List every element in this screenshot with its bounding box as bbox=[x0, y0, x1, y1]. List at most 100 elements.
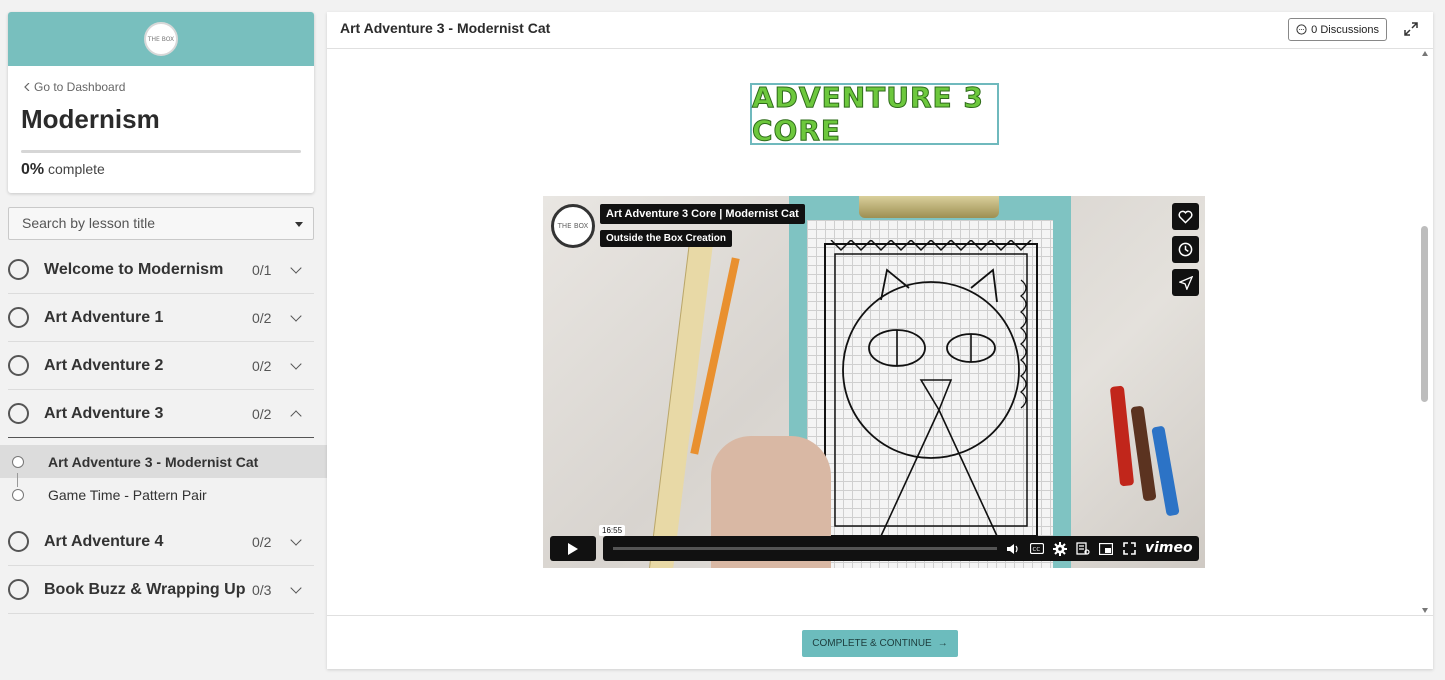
section-title: Art Adventure 2 bbox=[44, 356, 164, 374]
time-tooltip: 16:55 bbox=[599, 525, 626, 536]
fullscreen-button[interactable] bbox=[1121, 541, 1137, 556]
like-button[interactable] bbox=[1172, 203, 1199, 230]
section-status-circle-icon bbox=[8, 259, 29, 280]
cat-drawing-image bbox=[824, 240, 1038, 537]
chapters-button[interactable] bbox=[1075, 541, 1091, 556]
lesson-panel: Art Adventure 3 - Modernist Cat 0 Discus… bbox=[327, 12, 1433, 669]
course-logo: THE BOX bbox=[144, 22, 178, 56]
complete-continue-label: COMPLETE & CONTINUE bbox=[812, 638, 932, 649]
pip-icon bbox=[1099, 542, 1113, 555]
volume-button[interactable] bbox=[1005, 541, 1021, 556]
section-title: Book Buzz & Wrapping Up bbox=[44, 580, 246, 598]
lesson-header: Art Adventure 3 - Modernist Cat 0 Discus… bbox=[327, 12, 1433, 49]
section-art-adventure-1[interactable]: Art Adventure 1 0/2 bbox=[8, 294, 314, 342]
discussions-label: 0 Discussions bbox=[1311, 23, 1379, 36]
chevron-down-icon bbox=[290, 309, 302, 322]
complete-continue-button[interactable]: COMPLETE & CONTINUE → bbox=[802, 630, 958, 657]
chevron-down-icon bbox=[290, 581, 302, 594]
lesson-title: Art Adventure 3 - Modernist Cat bbox=[340, 20, 551, 36]
scroll-up-arrow-icon[interactable] bbox=[1422, 51, 1428, 56]
section-status-circle-icon bbox=[8, 355, 29, 376]
section-count: 0/1 bbox=[252, 261, 272, 278]
section-book-buzz[interactable]: Book Buzz & Wrapping Up 0/3 bbox=[8, 566, 314, 614]
section-count: 0/2 bbox=[252, 309, 272, 326]
scroll-down-arrow-icon[interactable] bbox=[1422, 608, 1428, 613]
settings-button[interactable] bbox=[1052, 541, 1068, 556]
lesson-status-dot-icon bbox=[12, 488, 24, 501]
red-crayon-image bbox=[1109, 385, 1135, 487]
caret-down-icon bbox=[295, 222, 303, 227]
course-card: THE BOX Go to Dashboard Modernism 0% com… bbox=[8, 12, 314, 193]
course-title: Modernism bbox=[21, 104, 160, 134]
clipboard-clip-image bbox=[859, 196, 999, 218]
lesson-title: Game Time - Pattern Pair bbox=[48, 486, 207, 503]
section-art-adventure-2[interactable]: Art Adventure 2 0/2 bbox=[8, 342, 314, 390]
play-icon bbox=[568, 542, 578, 555]
picture-in-picture-button[interactable] bbox=[1098, 541, 1114, 556]
section-count: 0/2 bbox=[252, 405, 272, 422]
section-count: 0/3 bbox=[252, 581, 272, 598]
progress-text: 0% complete bbox=[21, 161, 105, 179]
course-banner: THE BOX bbox=[8, 12, 314, 66]
arrow-right-icon: → bbox=[937, 638, 948, 649]
chevron-down-icon bbox=[290, 533, 302, 546]
video-title[interactable]: Art Adventure 3 Core | Modernist Cat bbox=[600, 204, 805, 224]
chevron-down-icon bbox=[290, 261, 302, 274]
section-welcome[interactable]: Welcome to Modernism 0/1 bbox=[8, 246, 314, 294]
share-button[interactable] bbox=[1172, 269, 1199, 296]
go-to-dashboard-link[interactable]: Go to Dashboard bbox=[24, 80, 125, 94]
section-title: Art Adventure 1 bbox=[44, 308, 164, 326]
play-button[interactable] bbox=[550, 536, 596, 561]
chapters-icon bbox=[1076, 542, 1090, 555]
gear-icon bbox=[1053, 541, 1067, 556]
lesson-status-dot-icon bbox=[12, 455, 24, 468]
lesson-search-select[interactable]: Search by lesson title bbox=[8, 207, 314, 240]
lesson-footer: COMPLETE & CONTINUE → bbox=[327, 615, 1433, 669]
adventure-banner: ADVENTURE 3 CORE bbox=[750, 81, 999, 148]
volume-icon bbox=[1007, 543, 1018, 554]
vimeo-logo[interactable]: vimeo bbox=[1145, 540, 1193, 556]
watch-later-button[interactable] bbox=[1172, 236, 1199, 263]
lesson-item-pattern-pair[interactable]: Game Time - Pattern Pair bbox=[0, 478, 327, 511]
progress-bar bbox=[21, 150, 301, 153]
chevron-left-icon bbox=[24, 83, 30, 91]
captions-button[interactable]: CC bbox=[1029, 541, 1045, 556]
send-icon bbox=[1178, 275, 1193, 290]
channel-logo[interactable]: THE BOX bbox=[551, 204, 595, 248]
section-status-circle-icon bbox=[8, 579, 29, 600]
course-logo-text: THE BOX bbox=[147, 35, 175, 43]
comment-icon bbox=[1296, 24, 1307, 35]
section-title: Art Adventure 3 bbox=[44, 404, 164, 422]
lesson-title: Art Adventure 3 - Modernist Cat bbox=[48, 453, 259, 470]
go-to-dashboard-label: Go to Dashboard bbox=[34, 80, 126, 94]
section-title: Welcome to Modernism bbox=[44, 260, 224, 278]
content-scrollbar[interactable] bbox=[1421, 51, 1429, 613]
section-art-adventure-3[interactable]: Art Adventure 3 0/2 bbox=[8, 390, 314, 438]
chevron-down-icon bbox=[290, 357, 302, 370]
section-art-adventure-4[interactable]: Art Adventure 4 0/2 bbox=[8, 518, 314, 566]
lesson-item-modernist-cat[interactable]: Art Adventure 3 - Modernist Cat bbox=[0, 445, 327, 478]
section-status-circle-icon bbox=[8, 403, 29, 424]
discussions-button[interactable]: 0 Discussions bbox=[1288, 18, 1387, 41]
heart-icon bbox=[1178, 210, 1193, 224]
chevron-up-icon bbox=[290, 409, 302, 422]
section-title: Art Adventure 4 bbox=[44, 532, 164, 550]
progress-percent: 0% bbox=[21, 161, 45, 178]
svg-text:CC: CC bbox=[1033, 547, 1041, 553]
section-count: 0/2 bbox=[252, 357, 272, 374]
clock-icon bbox=[1178, 242, 1193, 257]
video-channel[interactable]: Outside the Box Creation bbox=[600, 230, 733, 247]
seek-bar[interactable] bbox=[613, 547, 997, 550]
section-status-circle-icon bbox=[8, 531, 29, 552]
blue-crayon-image bbox=[1151, 425, 1180, 517]
brown-crayon-image bbox=[1130, 405, 1157, 502]
lesson-content: ADVENTURE 3 CORE THE BOX Art Adventure 3… bbox=[327, 49, 1433, 615]
video-player[interactable]: THE BOX Art Adventure 3 Core | Modernist… bbox=[543, 196, 1205, 568]
cc-icon: CC bbox=[1030, 543, 1044, 554]
progress-suffix: complete bbox=[48, 161, 105, 177]
section-count: 0/2 bbox=[252, 533, 272, 550]
expand-icon[interactable] bbox=[1403, 21, 1419, 37]
fullscreen-icon bbox=[1122, 542, 1136, 555]
scroll-thumb[interactable] bbox=[1421, 226, 1428, 402]
channel-logo-text: THE BOX bbox=[557, 222, 589, 230]
